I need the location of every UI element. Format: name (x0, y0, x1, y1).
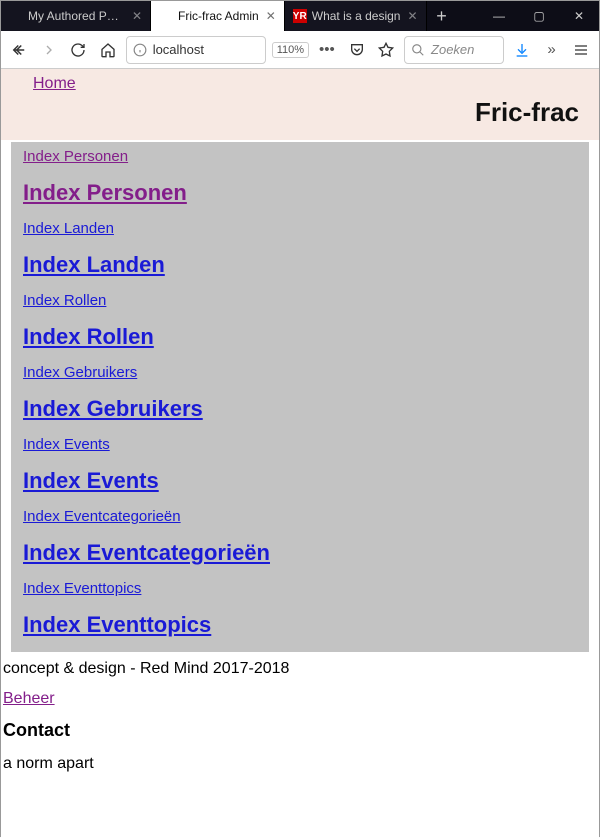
pocket-icon (349, 42, 365, 58)
zoom-level[interactable]: 110% (272, 42, 309, 58)
search-placeholder: Zoeken (431, 42, 474, 57)
index-link-small: Index Eventtopics (23, 580, 577, 598)
index-link-small: Index Landen (23, 220, 577, 238)
index-link[interactable]: Index Rollen (23, 292, 106, 309)
index-link[interactable]: Index Gebruikers (23, 364, 137, 381)
arrow-right-icon (41, 42, 57, 58)
index-heading-link[interactable]: Index Gebruikers (23, 396, 203, 421)
index-link-small: Index Personen (23, 148, 577, 166)
reload-button[interactable] (66, 37, 90, 63)
index-heading-link[interactable]: Index Landen (23, 252, 165, 277)
page-favicon: YR (293, 9, 307, 23)
index-link-small: Index Eventcategorieën (23, 508, 577, 526)
index-heading: Index Rollen (23, 324, 577, 350)
tab-label: Fric-frac Admin (178, 9, 259, 23)
index-link[interactable]: Index Eventcategorieën (23, 508, 181, 525)
beheer-link-wrap: Beheer (1, 686, 599, 718)
search-box[interactable]: Zoeken (404, 36, 504, 64)
home-link[interactable]: Home (33, 75, 76, 92)
maximize-button[interactable]: ▢ (519, 1, 559, 31)
index-link[interactable]: Index Landen (23, 220, 114, 237)
url-host: localhost (153, 42, 204, 57)
tab-close-icon[interactable]: ✕ (130, 9, 144, 23)
reload-icon (70, 42, 86, 58)
arrow-left-icon (10, 41, 28, 59)
more-actions-button[interactable]: ••• (315, 37, 339, 63)
pocket-button[interactable] (345, 37, 369, 63)
index-heading: Index Eventcategorieën (23, 540, 577, 566)
tab-my-authored[interactable]: My Authored Page w ✕ (1, 1, 151, 31)
index-heading: Index Gebruikers (23, 396, 577, 422)
home-icon (100, 42, 116, 58)
index-heading: Index Landen (23, 252, 577, 278)
index-heading-link[interactable]: Index Eventcategorieën (23, 540, 270, 565)
bookmark-button[interactable] (374, 37, 398, 63)
downloads-button[interactable] (510, 37, 534, 63)
brand-title: Fric-frac (15, 93, 589, 132)
home-button[interactable] (96, 37, 120, 63)
url-bar[interactable]: localhost (126, 36, 266, 64)
back-button[interactable] (7, 37, 31, 63)
index-link[interactable]: Index Personen (23, 148, 128, 165)
close-window-button[interactable]: ✕ (559, 1, 599, 31)
page-favicon (9, 9, 23, 23)
index-list: Index Personen Index Personen Index Landen… (11, 142, 589, 652)
page-viewport[interactable]: Home Fric-frac Index PersonenIndex Perso… (1, 69, 599, 838)
window-titlebar: My Authored Page w ✕ Fric-frac Admin ✕ Y… (1, 1, 599, 31)
footer-concept: concept & design - Red Mind 2017-2018 (1, 652, 599, 686)
new-tab-button[interactable]: + (427, 1, 457, 31)
index-heading: Index Events (23, 468, 577, 494)
hamburger-icon (573, 42, 589, 58)
tab-label: My Authored Page w (28, 9, 125, 23)
browser-toolbar: localhost 110% ••• Zoeken » (1, 31, 599, 69)
index-heading-link[interactable]: Index Rollen (23, 324, 154, 349)
search-icon (411, 43, 425, 57)
index-link-small: Index Rollen (23, 292, 577, 310)
page-content: Home Fric-frac Index PersonenIndex Perso… (1, 69, 599, 833)
norm-apart-text: a norm apart (1, 751, 599, 833)
info-icon (133, 43, 147, 57)
index-link-small: Index Gebruikers (23, 364, 577, 382)
forward-button[interactable] (37, 37, 61, 63)
menu-button[interactable] (569, 37, 593, 63)
index-link[interactable]: Index Events (23, 436, 110, 453)
beheer-link[interactable]: Beheer (3, 690, 55, 707)
tab-fricfrac-admin[interactable]: Fric-frac Admin ✕ (151, 1, 285, 31)
overflow-button[interactable]: » (540, 37, 564, 63)
tab-label: What is a design (312, 9, 401, 23)
page-favicon (159, 9, 173, 23)
download-icon (514, 42, 530, 58)
contact-heading: Contact (1, 718, 599, 751)
star-icon (378, 42, 394, 58)
index-heading: Index Personen (23, 180, 577, 206)
page-header: Home Fric-frac (1, 69, 599, 140)
minimize-button[interactable]: — (479, 1, 519, 31)
home-link-wrap: Home (33, 75, 589, 93)
window-controls: — ▢ ✕ (479, 1, 599, 31)
index-link[interactable]: Index Eventtopics (23, 580, 141, 597)
index-heading-link[interactable]: Index Eventtopics (23, 612, 211, 637)
index-heading: Index Eventtopics (23, 612, 577, 638)
index-link-small: Index Events (23, 436, 577, 454)
tab-close-icon[interactable]: ✕ (405, 9, 419, 23)
tab-close-icon[interactable]: ✕ (264, 9, 278, 23)
index-heading-link[interactable]: Index Personen (23, 180, 187, 205)
index-heading-link[interactable]: Index Events (23, 468, 159, 493)
tab-what-is-design[interactable]: YR What is a design ✕ (285, 1, 427, 31)
tab-strip: My Authored Page w ✕ Fric-frac Admin ✕ Y… (1, 1, 479, 31)
